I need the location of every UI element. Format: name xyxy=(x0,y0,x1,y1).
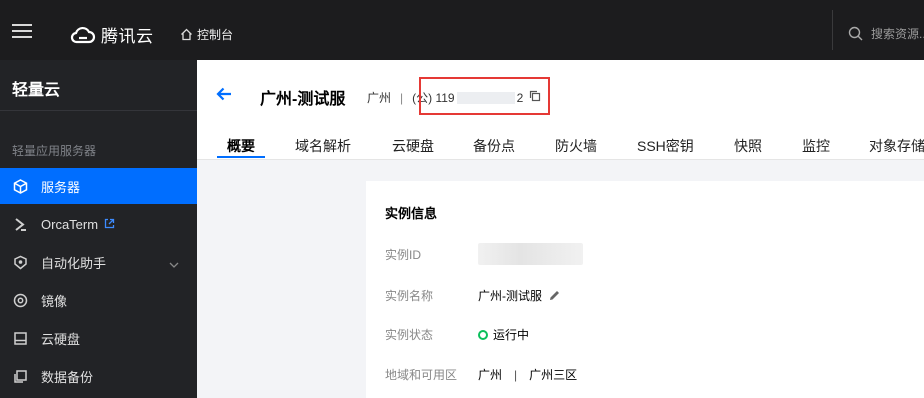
row-instance-status: 实例状态 运行中 xyxy=(385,326,529,343)
automation-icon xyxy=(12,254,28,270)
cloud-logo-icon xyxy=(70,26,96,43)
hamburger-menu-icon[interactable] xyxy=(12,24,32,38)
tab-overview[interactable]: 概要 xyxy=(227,136,255,156)
instance-info-card: 实例信息 实例ID 实例名称 广州-测试服 实例状态 运行中 地域和可用区 广州… xyxy=(366,181,924,398)
sidebar-item-label: 镜像 xyxy=(41,293,68,309)
disc-icon xyxy=(12,292,28,308)
field-label: 实例ID xyxy=(385,247,422,262)
cube-icon xyxy=(12,178,28,194)
main-content: 广州-测试服 广州 | (公) 119 2 概要 域名解析 云硬盘 备份点 防火… xyxy=(197,60,924,398)
field-label: 实例状态 xyxy=(385,328,434,342)
divider xyxy=(0,110,197,111)
search-box[interactable]: 搜索资源... xyxy=(848,25,924,42)
field-label: 地域和可用区 xyxy=(385,368,458,382)
tab-monitoring[interactable]: 监控 xyxy=(802,136,830,156)
sidebar-item-label: 云硬盘 xyxy=(41,331,81,347)
edit-pencil-icon[interactable] xyxy=(548,289,561,302)
back-arrow-icon[interactable] xyxy=(215,86,233,107)
meta-separator: | xyxy=(400,90,404,105)
row-instance-name: 实例名称 广州-测试服 xyxy=(385,287,561,304)
instance-name: 广州-测试服 xyxy=(260,91,346,108)
divider xyxy=(832,10,833,50)
sidebar-item-label: OrcaTerm xyxy=(41,216,99,232)
sidebar-item-backup[interactable]: 数据备份 xyxy=(0,358,197,394)
backup-icon xyxy=(12,368,28,384)
sidebar-item-orcaterm[interactable]: OrcaTerm xyxy=(0,206,197,242)
highlight-annotation xyxy=(419,77,550,115)
sidebar-item-label: 自动化助手 xyxy=(41,255,107,271)
tab-dns[interactable]: 域名解析 xyxy=(295,136,351,156)
sidebar-item-label: 服务器 xyxy=(41,179,81,195)
value-separator: | xyxy=(514,367,518,382)
tab-cloud-disk[interactable]: 云硬盘 xyxy=(392,136,434,156)
tab-snapshots[interactable]: 快照 xyxy=(734,136,762,156)
instance-region: 广州 xyxy=(367,91,392,105)
zone-value: 广州三区 xyxy=(529,368,578,382)
external-link-icon xyxy=(104,217,115,232)
search-placeholder: 搜索资源... xyxy=(871,27,924,41)
console-link[interactable]: 控制台 xyxy=(180,26,233,43)
row-region-zone: 地域和可用区 广州 | 广州三区 xyxy=(385,366,577,383)
tab-firewall[interactable]: 防火墙 xyxy=(555,136,597,156)
redacted-instance-id xyxy=(478,243,583,265)
brand-name: 腾讯云 xyxy=(101,27,154,46)
instance-header: 广州-测试服 广州 | (公) 119 2 概要 域名解析 云硬盘 备份点 防火… xyxy=(197,60,924,160)
sidebar-item-automation[interactable]: 自动化助手 xyxy=(0,244,197,280)
tab-bar: 概要 域名解析 云硬盘 备份点 防火墙 SSH密钥 快照 监控 对象存储 xyxy=(197,134,924,160)
terminal-icon xyxy=(12,216,28,232)
tab-ssh-keys[interactable]: SSH密钥 xyxy=(637,136,694,156)
chevron-down-icon[interactable] xyxy=(169,257,179,272)
home-icon xyxy=(181,28,192,41)
sidebar-item-label: 数据备份 xyxy=(41,369,94,385)
active-tab-indicator xyxy=(217,156,265,158)
search-icon xyxy=(848,26,863,41)
card-title: 实例信息 xyxy=(385,206,438,221)
brand-logo[interactable]: 腾讯云 xyxy=(70,22,154,47)
sidebar-item-cloud-disk[interactable]: 云硬盘 xyxy=(0,320,197,356)
sidebar: 轻量云 轻量应用服务器 服务器 OrcaTerm 自动化助手 镜像 云硬盘 数据… xyxy=(0,60,197,398)
sidebar-item-images[interactable]: 镜像 xyxy=(0,282,197,318)
sidebar-section-label: 轻量应用服务器 xyxy=(12,144,97,158)
region-value: 广州 xyxy=(478,368,503,382)
disk-icon xyxy=(12,330,28,346)
sidebar-title: 轻量云 xyxy=(12,82,61,99)
field-label: 实例名称 xyxy=(385,289,434,303)
tab-object-storage[interactable]: 对象存储 xyxy=(869,136,924,156)
sidebar-item-servers[interactable]: 服务器 xyxy=(0,168,197,204)
instance-name-value: 广州-测试服 xyxy=(478,289,542,303)
tab-backup-points[interactable]: 备份点 xyxy=(473,136,515,156)
top-navbar: 腾讯云 控制台 搜索资源... xyxy=(0,0,924,60)
status-value: 运行中 xyxy=(493,328,530,342)
row-instance-id: 实例ID xyxy=(385,243,583,265)
running-status-icon xyxy=(478,329,488,340)
console-label: 控制台 xyxy=(197,28,234,42)
